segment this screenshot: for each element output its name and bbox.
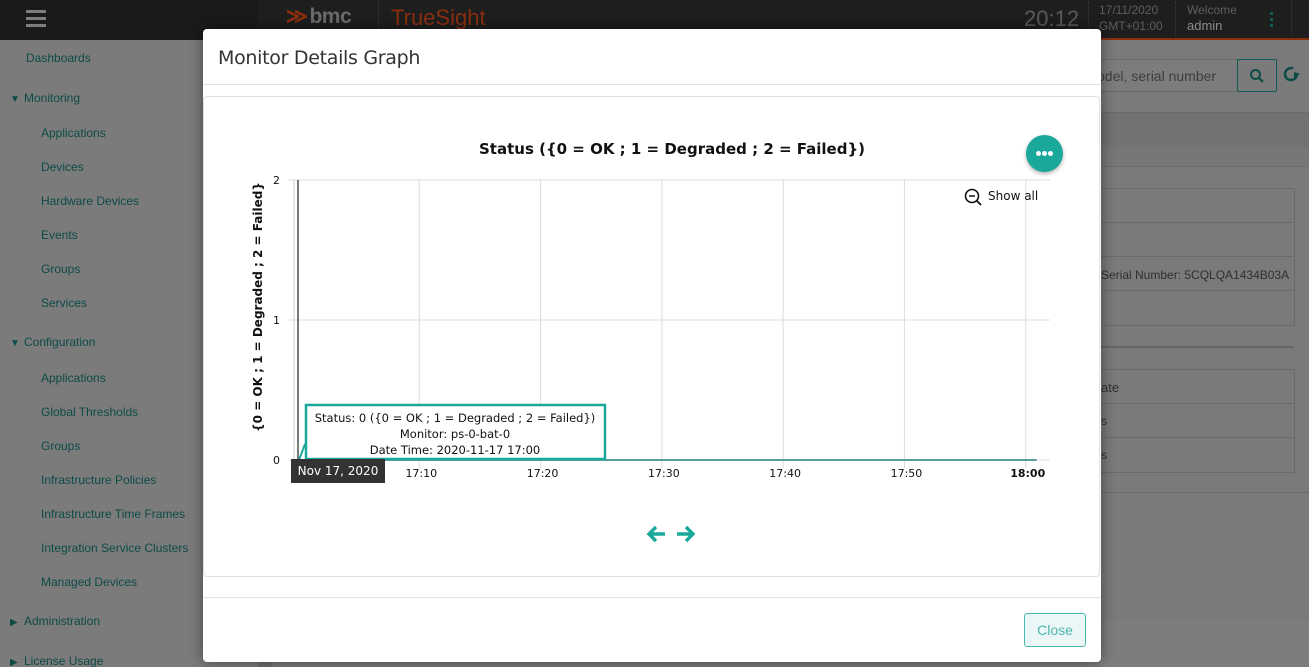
modal-footer: Close [203,597,1101,662]
table-row: Serial Number: 5CQLQA1434B03A [1101,257,1294,291]
y-axis-label: {0 = OK ; 1 = Degraded ; 2 = Failed} [251,182,265,432]
arrow-right-icon [677,525,696,543]
sidebar-item-config-groups[interactable]: Groups [41,439,80,453]
y-tick-label: 1 [273,314,280,327]
refresh-button[interactable] [1281,64,1301,90]
username: admin [1187,18,1223,33]
status-chart: Status ({0 = OK ; 1 = Degraded ; 2 = Fai… [251,140,1050,483]
table-row: s [1101,448,1107,462]
background-details-table: Serial Number: 5CQLQA1434B03A [1100,188,1295,326]
sidebar-item-config-applications[interactable]: Applications [41,371,106,385]
zoom-out-icon [964,188,982,206]
search-input[interactable]: odel, serial number [1080,59,1238,92]
timezone: GMT+01:00 [1099,19,1163,33]
chart-title: Status ({0 = OK ; 1 = Degraded ; 2 = Fai… [479,140,865,158]
sidebar-item-services[interactable]: Services [41,296,87,310]
show-all-button[interactable]: Show all [964,188,1039,206]
header-divider [1175,2,1176,36]
tooltip-connector [298,443,306,461]
sidebar-section-license-usage[interactable]: ▶ License Usage [10,654,103,667]
section-label: Administration [24,614,101,628]
caret-down-icon: ▼ [10,94,20,105]
bmc-logo: ≫bmc [286,4,352,29]
sidebar-item-global-thresholds[interactable]: Global Thresholds [41,405,138,419]
background-panel-header [1100,112,1309,147]
background-divider [1100,346,1294,348]
crosshair-date-label: Nov 17, 2020 [291,459,385,483]
tooltip-monitor: Monitor: ps-0-bat-0 [400,427,510,441]
kebab-icon[interactable] [1270,12,1274,30]
sidebar-section-configuration[interactable]: ▼ Configuration [10,335,95,349]
caret-right-icon: ▶ [10,657,18,667]
monitor-details-modal: Monitor Details Graph Status ({0 = OK ; … [203,29,1101,662]
chart-tooltip: Status: 0 ({0 = OK ; 1 = Degraded ; 2 = … [304,403,607,461]
crosshair-date-text: Nov 17, 2020 [298,464,379,478]
search-icon [1250,68,1264,83]
sidebar-item-events[interactable]: Events [41,228,78,242]
table-row [1101,223,1294,257]
caret-right-icon: ▶ [10,617,18,628]
header-divider [1291,2,1292,36]
current-date: 17/11/2020 [1099,3,1159,17]
x-tick-label: 17:40 [769,467,801,480]
product-name: TrueSight [391,5,486,30]
time-navigation [645,523,701,545]
show-all-label: Show all [988,189,1038,203]
close-button[interactable]: Close [1024,613,1086,647]
sidebar-item-applications[interactable]: Applications [41,126,106,140]
hamburger-icon[interactable] [26,10,46,28]
sidebar-item-dashboards[interactable]: Dashboards [26,51,91,65]
previous-period-button[interactable] [645,523,673,545]
background-panel-subheader [1100,147,1309,167]
modal-title: Monitor Details Graph [218,47,421,69]
x-tick-label: 17:20 [527,467,559,480]
x-tick-label: 17:10 [405,467,437,480]
y-tick-labels: 0 1 2 [273,174,280,467]
caret-down-icon: ▼ [10,338,20,349]
x-tick-label: 17:30 [648,467,680,480]
background-footer-band [1100,620,1309,667]
x-tick-labels: 17:10 17:20 17:30 17:40 17:50 18:00 [405,467,1045,480]
arrow-left-icon [646,525,665,543]
tooltip-status: Status: 0 ({0 = OK ; 1 = Degraded ; 2 = … [315,411,596,425]
background-divider [1100,492,1309,493]
background-monitors-table: ate s s [1100,369,1295,473]
section-label: Monitoring [24,91,81,105]
y-tick-label: 0 [273,454,280,467]
tooltip-datetime: Date Time: 2020-11-17 17:00 [370,443,540,457]
next-period-button[interactable] [673,523,701,545]
x-tick-label: 18:00 [1010,467,1045,480]
brand-name: bmc [309,5,352,28]
search-button[interactable] [1237,59,1277,92]
sidebar-item-hardware-devices[interactable]: Hardware Devices [41,194,139,208]
date-block: 17/11/2020 GMT+01:00 [1099,2,1163,34]
table-row: s [1101,404,1294,438]
table-row [1101,189,1294,223]
chart-panel: Status ({0 = OK ; 1 = Degraded ; 2 = Fai… [203,96,1100,577]
x-tick-label: 17:50 [891,467,923,480]
sidebar-item-integration-service-clusters[interactable]: Integration Service Clusters [41,541,188,555]
sidebar-item-devices[interactable]: Devices [41,160,84,174]
sidebar-item-infrastructure-time-frames[interactable]: Infrastructure Time Frames [41,507,185,521]
table-header: ate [1101,370,1294,404]
sidebar-item-groups[interactable]: Groups [41,262,80,276]
bmc-chevron-icon: ≫ [286,5,308,28]
sidebar-section-monitoring[interactable]: ▼ Monitoring [10,91,80,105]
y-tick-label: 2 [273,174,280,187]
sidebar-item-infrastructure-policies[interactable]: Infrastructure Policies [41,473,156,487]
user-block[interactable]: Welcome admin [1187,2,1237,34]
sidebar-item-managed-devices[interactable]: Managed Devices [41,575,137,589]
section-label: Configuration [24,335,96,349]
modal-header: Monitor Details Graph [203,29,1101,85]
refresh-icon [1283,66,1300,82]
sidebar-section-administration[interactable]: ▶ Administration [10,614,100,628]
welcome-label: Welcome [1187,3,1237,17]
section-label: License Usage [24,654,104,667]
table-row [1101,291,1294,325]
